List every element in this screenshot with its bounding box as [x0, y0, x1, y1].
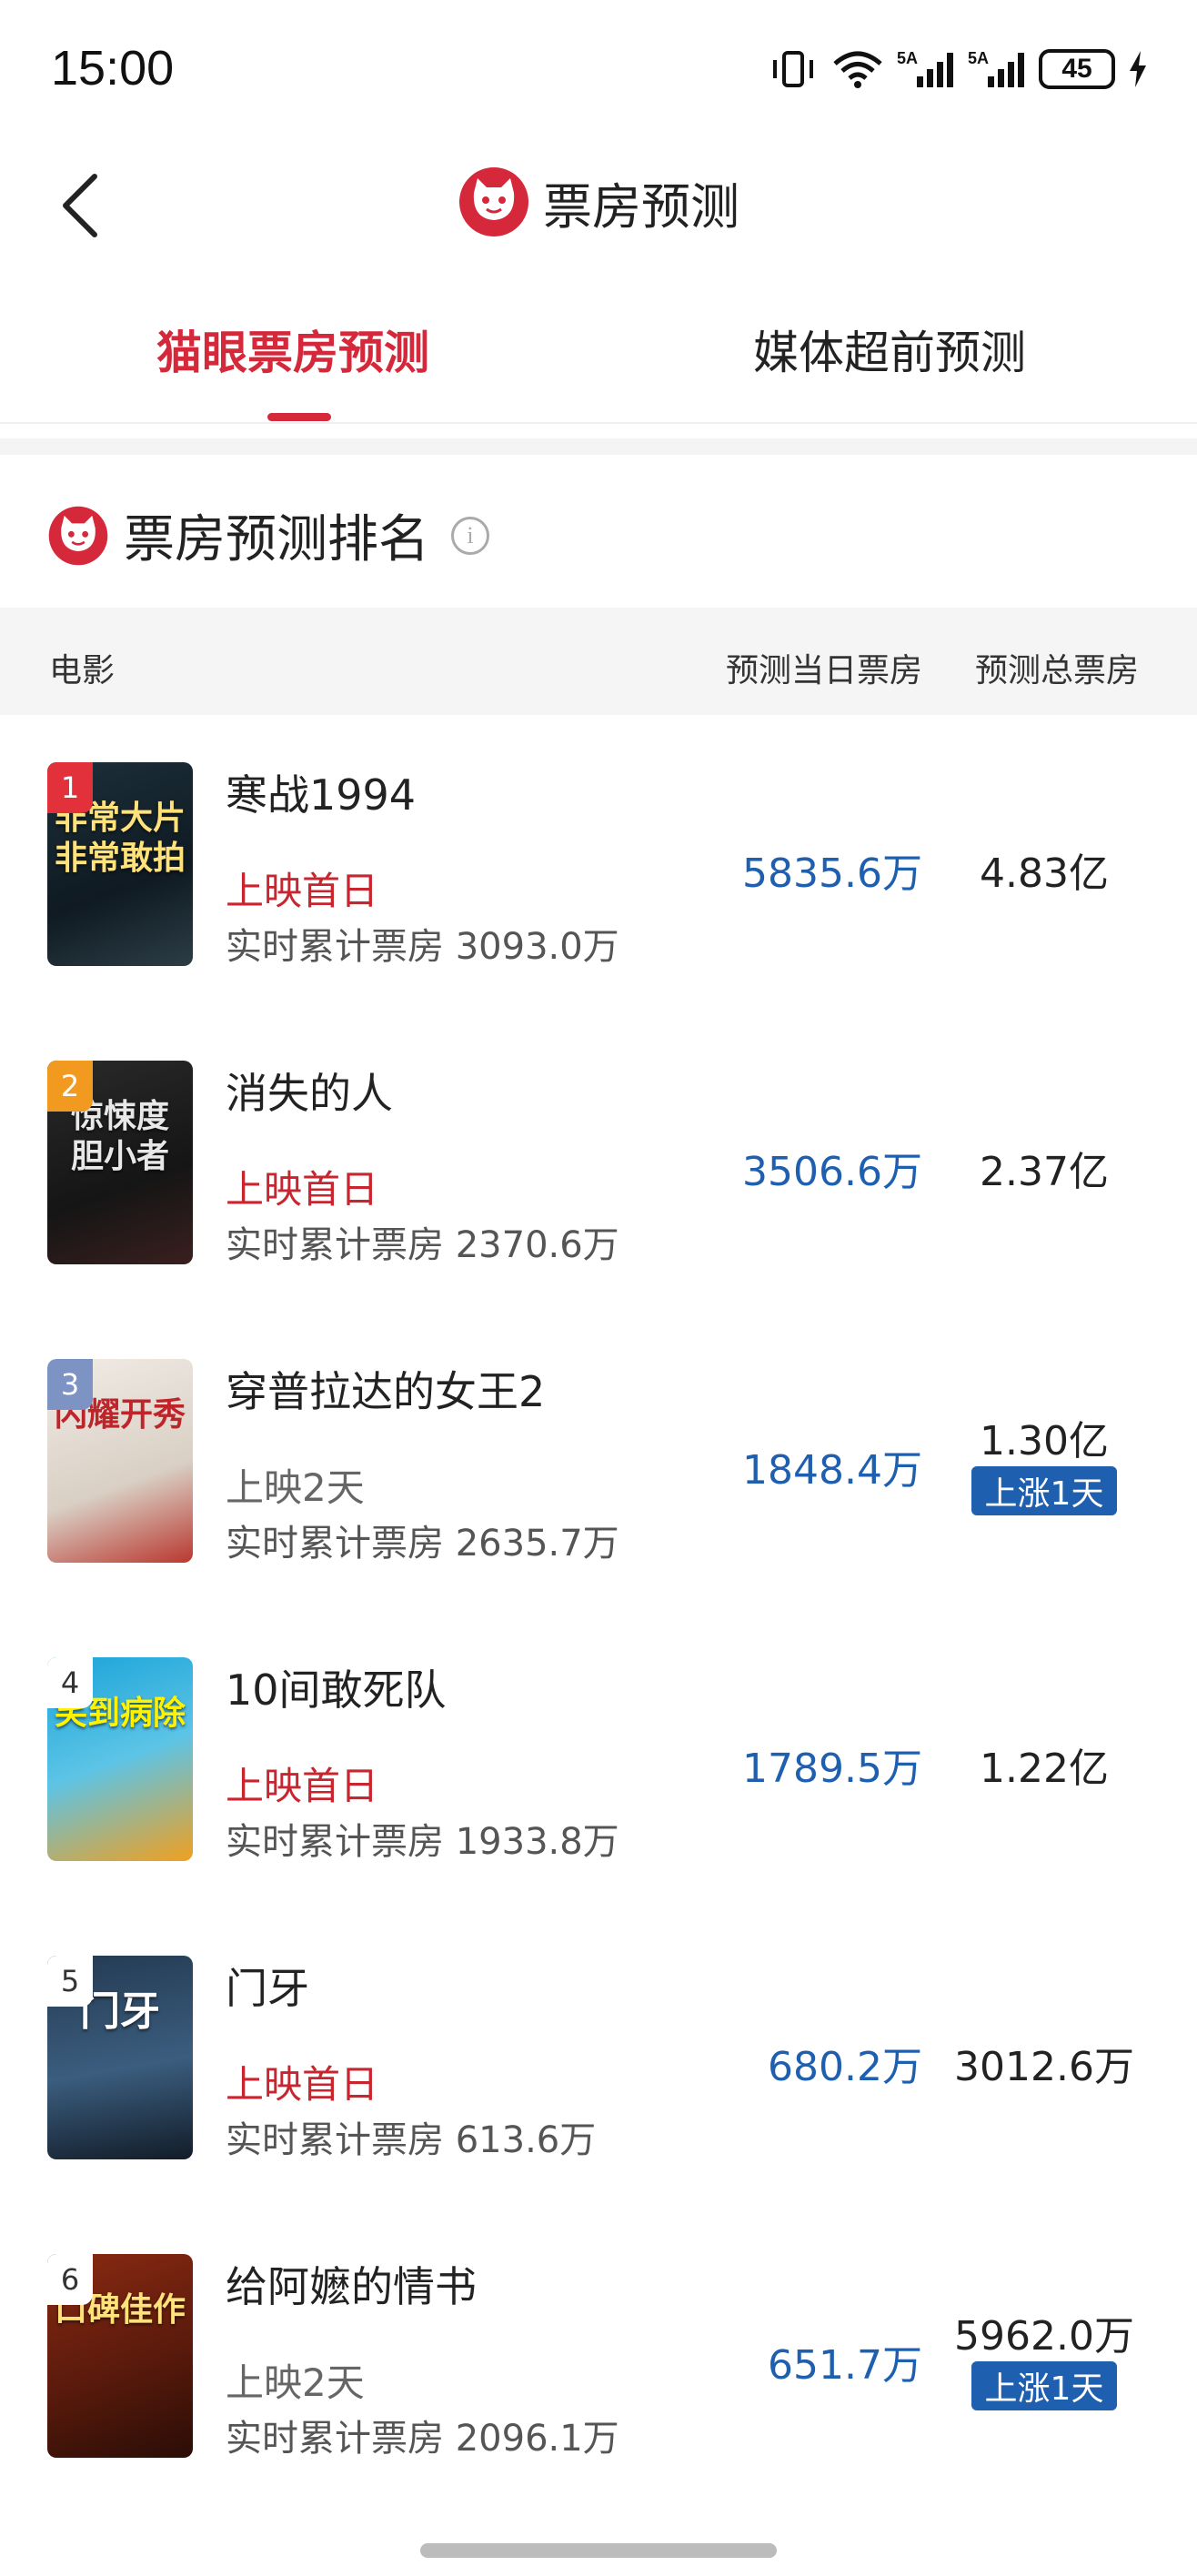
table-row[interactable]: 笑到病除 4 10间敢死队 上映首日 实时累计票房 1933.8万 1789.5…	[0, 1657, 1197, 1956]
divider	[0, 422, 1197, 424]
tab-media-forecast[interactable]: 媒体超前预测	[753, 317, 1026, 382]
charging-icon	[1130, 51, 1146, 87]
movie-name: 门牙	[226, 1964, 309, 2013]
svg-text:5A: 5A	[897, 49, 918, 67]
total-forecast: 1.30亿	[980, 1418, 1109, 1464]
cumulative-value: 2096.1万	[455, 2418, 619, 2460]
nav-header: 票房预测	[0, 136, 1197, 264]
cumulative-label: 实时累计票房	[226, 1821, 444, 1863]
info-icon[interactable]: i	[451, 516, 489, 555]
movie-poster: 惊悚度 胆小者 2	[47, 1061, 193, 1264]
cumulative-label: 实时累计票房	[226, 2119, 444, 2161]
status-icons: 5A 5A 45	[768, 47, 1148, 91]
rank-badge: 2	[47, 1061, 93, 1112]
section-title: 票房预测排名	[124, 510, 429, 569]
tab-bar: 猫眼票房预测 媒体超前预测	[0, 282, 1197, 428]
status-time: 15:00	[51, 41, 175, 96]
table-row[interactable]: 非常大片 非常敢拍 1 寒战1994 上映首日 实时累计票房 3093.0万 5…	[0, 762, 1197, 1061]
movie-poster: 非常大片 非常敢拍 1	[47, 762, 193, 966]
movie-name: 给阿嬷的情书	[226, 2262, 477, 2311]
cumulative-box-office: 实时累计票房 1933.8万	[226, 1812, 619, 1865]
table-row[interactable]: 口碑佳作 6 给阿嬷的情书 上映2天 实时累计票房 2096.1万 651.7万…	[0, 2254, 1197, 2552]
release-status: 上映2天	[226, 1465, 365, 1510]
release-status: 上映首日	[226, 2062, 379, 2107]
signal-5g-icon: 5A	[897, 49, 953, 87]
rank-badge: 3	[47, 1359, 93, 1410]
cumulative-box-office: 实时累计票房 2635.7万	[226, 1514, 619, 1566]
cumulative-label: 实时累计票房	[226, 1523, 444, 1565]
vibrate-icon	[773, 51, 813, 87]
rank-badge: 1	[47, 762, 93, 813]
daily-forecast: 1789.5万	[742, 1746, 922, 1792]
movie-name: 寒战1994	[226, 770, 417, 820]
total-forecast: 4.83亿	[980, 850, 1109, 897]
release-status: 上映首日	[226, 1764, 379, 1808]
cumulative-label: 实时累计票房	[226, 1224, 444, 1266]
section-header: 票房预测排名 i	[47, 498, 489, 572]
release-status: 上映首日	[226, 1167, 379, 1212]
movie-name: 10间敢死队	[226, 1665, 447, 1715]
daily-forecast: 1848.4万	[742, 1447, 922, 1494]
table-row[interactable]: 门牙 5 门牙 上映首日 实时累计票房 613.6万 680.2万 3012.6…	[0, 1956, 1197, 2254]
header-title: 票房预测	[0, 166, 1197, 238]
movie-name: 穿普拉达的女王2	[226, 1367, 546, 1416]
movie-poster: 闪耀开秀 3	[47, 1359, 193, 1563]
daily-forecast: 3506.6万	[742, 1149, 922, 1195]
rank-badge: 5	[47, 1956, 93, 2007]
total-forecast: 5962.0万	[954, 2313, 1134, 2360]
movie-poster: 口碑佳作 6	[47, 2254, 193, 2458]
maoyan-logo-icon	[459, 167, 528, 236]
column-header-movie: 电影	[49, 652, 116, 689]
section-gap	[0, 438, 1197, 455]
movie-poster: 门牙 5	[47, 1956, 193, 2159]
cumulative-value: 2370.6万	[455, 1224, 619, 1266]
cumulative-label: 实时累计票房	[226, 926, 444, 968]
rising-badge: 上涨1天	[971, 1466, 1117, 1515]
table-row[interactable]: 惊悚度 胆小者 2 消失的人 上映首日 实时累计票房 2370.6万 3506.…	[0, 1061, 1197, 1359]
svg-text:5A: 5A	[968, 49, 989, 67]
cumulative-box-office: 实时累计票房 613.6万	[226, 2110, 596, 2163]
movie-poster: 笑到病除 4	[47, 1657, 193, 1861]
cumulative-value: 3093.0万	[455, 926, 619, 968]
cumulative-label: 实时累计票房	[226, 2418, 444, 2460]
cumulative-box-office: 实时累计票房 2096.1万	[226, 2409, 619, 2461]
total-forecast: 2.37亿	[980, 1149, 1109, 1195]
tab-maoyan-forecast[interactable]: 猫眼票房预测	[156, 317, 429, 382]
cumulative-value: 2635.7万	[455, 1523, 619, 1565]
battery-level: 45	[1061, 54, 1092, 84]
cumulative-value: 613.6万	[455, 2119, 597, 2161]
wifi-icon	[833, 51, 882, 88]
page-title: 票房预测	[543, 177, 739, 236]
column-header-daily: 预测当日票房	[726, 652, 923, 689]
table-header: 电影 预测当日票房 预测总票房	[0, 608, 1197, 715]
rising-badge: 上涨1天	[971, 2361, 1117, 2410]
release-status: 上映2天	[226, 2360, 365, 2405]
release-status: 上映首日	[226, 869, 379, 913]
maoyan-logo-icon	[48, 506, 108, 565]
status-bar: 15:00 5A 5A 45	[0, 0, 1197, 136]
rank-badge: 4	[47, 1657, 93, 1708]
home-indicator[interactable]	[420, 2543, 777, 2558]
cumulative-box-office: 实时累计票房 3093.0万	[226, 917, 619, 970]
active-tab-indicator	[267, 413, 331, 421]
column-header-total: 预测总票房	[975, 652, 1140, 689]
rank-badge: 6	[47, 2254, 93, 2305]
daily-forecast: 680.2万	[768, 2044, 922, 2090]
daily-forecast: 5835.6万	[742, 850, 922, 897]
movie-name: 消失的人	[226, 1069, 393, 1118]
total-forecast: 1.22亿	[980, 1746, 1109, 1792]
table-row[interactable]: 闪耀开秀 3 穿普拉达的女王2 上映2天 实时累计票房 2635.7万 1848…	[0, 1359, 1197, 1657]
total-forecast: 3012.6万	[954, 2044, 1134, 2090]
cumulative-value: 1933.8万	[455, 1821, 619, 1863]
daily-forecast: 651.7万	[768, 2342, 922, 2389]
battery-icon: 45	[1039, 49, 1115, 89]
signal-5g-icon-2: 5A	[968, 49, 1024, 87]
cumulative-box-office: 实时累计票房 2370.6万	[226, 1215, 619, 1268]
